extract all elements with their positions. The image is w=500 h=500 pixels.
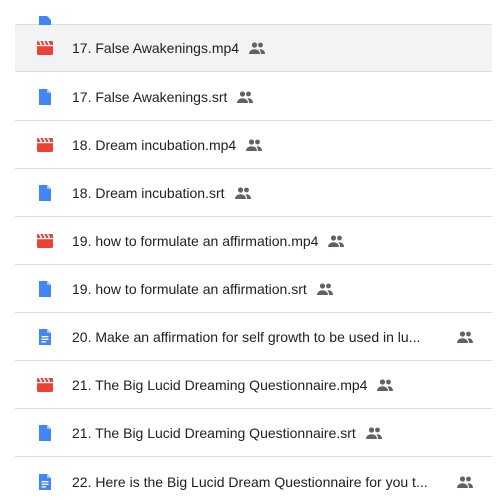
- file-name: 19. how to formulate an affirmation.srt: [72, 281, 307, 297]
- file-row[interactable]: 19. how to formulate an affirmation.srt: [15, 266, 492, 313]
- doc-file-icon: [37, 425, 53, 441]
- shared-people-icon: [376, 378, 394, 392]
- file-row[interactable]: 18. Dream incubation.mp4: [15, 122, 492, 169]
- video-file-icon: [37, 233, 53, 249]
- file-row[interactable]: 18. Dream incubation.srt: [15, 170, 492, 217]
- doc-file-icon: [37, 281, 53, 297]
- shared-people-icon: [245, 138, 263, 152]
- file-row[interactable]: 20. Make an affirmation for self growth …: [15, 314, 492, 361]
- video-file-icon: [37, 137, 53, 153]
- file-row[interactable]: 19. how to formulate an affirmation.mp4: [15, 218, 492, 265]
- file-name: 18. Dream incubation.mp4: [72, 137, 237, 153]
- file-list: 17. False Awakenings.mp4 17. False Awake…: [0, 0, 500, 500]
- google-doc-icon: [37, 329, 53, 345]
- shared-people-icon: [365, 426, 383, 440]
- file-name: 18. Dream incubation.srt: [72, 185, 225, 201]
- file-row[interactable]: 21. The Big Lucid Dreaming Questionnaire…: [15, 362, 492, 409]
- shared-people-icon: [236, 90, 254, 104]
- file-name: 20. Make an affirmation for self growth …: [72, 329, 421, 345]
- file-name: 19. how to formulate an affirmation.mp4: [72, 233, 319, 249]
- doc-file-icon: [37, 185, 53, 201]
- shared-people-icon: [316, 282, 334, 296]
- file-name: 17. False Awakenings.srt: [72, 89, 228, 105]
- file-row[interactable]: 21. The Big Lucid Dreaming Questionnaire…: [15, 410, 492, 457]
- file-row[interactable]: 17. False Awakenings.srt: [15, 74, 492, 121]
- file-row-partial[interactable]: [15, 0, 492, 32]
- file-name: 17. False Awakenings.mp4: [72, 40, 240, 56]
- google-doc-icon: [37, 473, 53, 490]
- video-file-icon: [37, 377, 53, 393]
- shared-people-icon: [248, 41, 266, 55]
- file-name: 22. Here is the Big Lucid Dream Question…: [72, 473, 428, 490]
- file-row[interactable]: 22. Here is the Big Lucid Dream Question…: [15, 458, 492, 500]
- shared-people-icon: [234, 186, 252, 200]
- shared-people-icon: [456, 330, 474, 344]
- shared-people-icon: [327, 234, 345, 248]
- video-file-icon: [37, 40, 53, 56]
- doc-file-icon: [37, 89, 53, 105]
- file-row[interactable]: 17. False Awakenings.mp4: [15, 25, 492, 72]
- file-name: 21. The Big Lucid Dreaming Questionnaire…: [72, 425, 356, 441]
- shared-people-icon: [456, 475, 474, 489]
- file-name: 21. The Big Lucid Dreaming Questionnaire…: [72, 377, 368, 393]
